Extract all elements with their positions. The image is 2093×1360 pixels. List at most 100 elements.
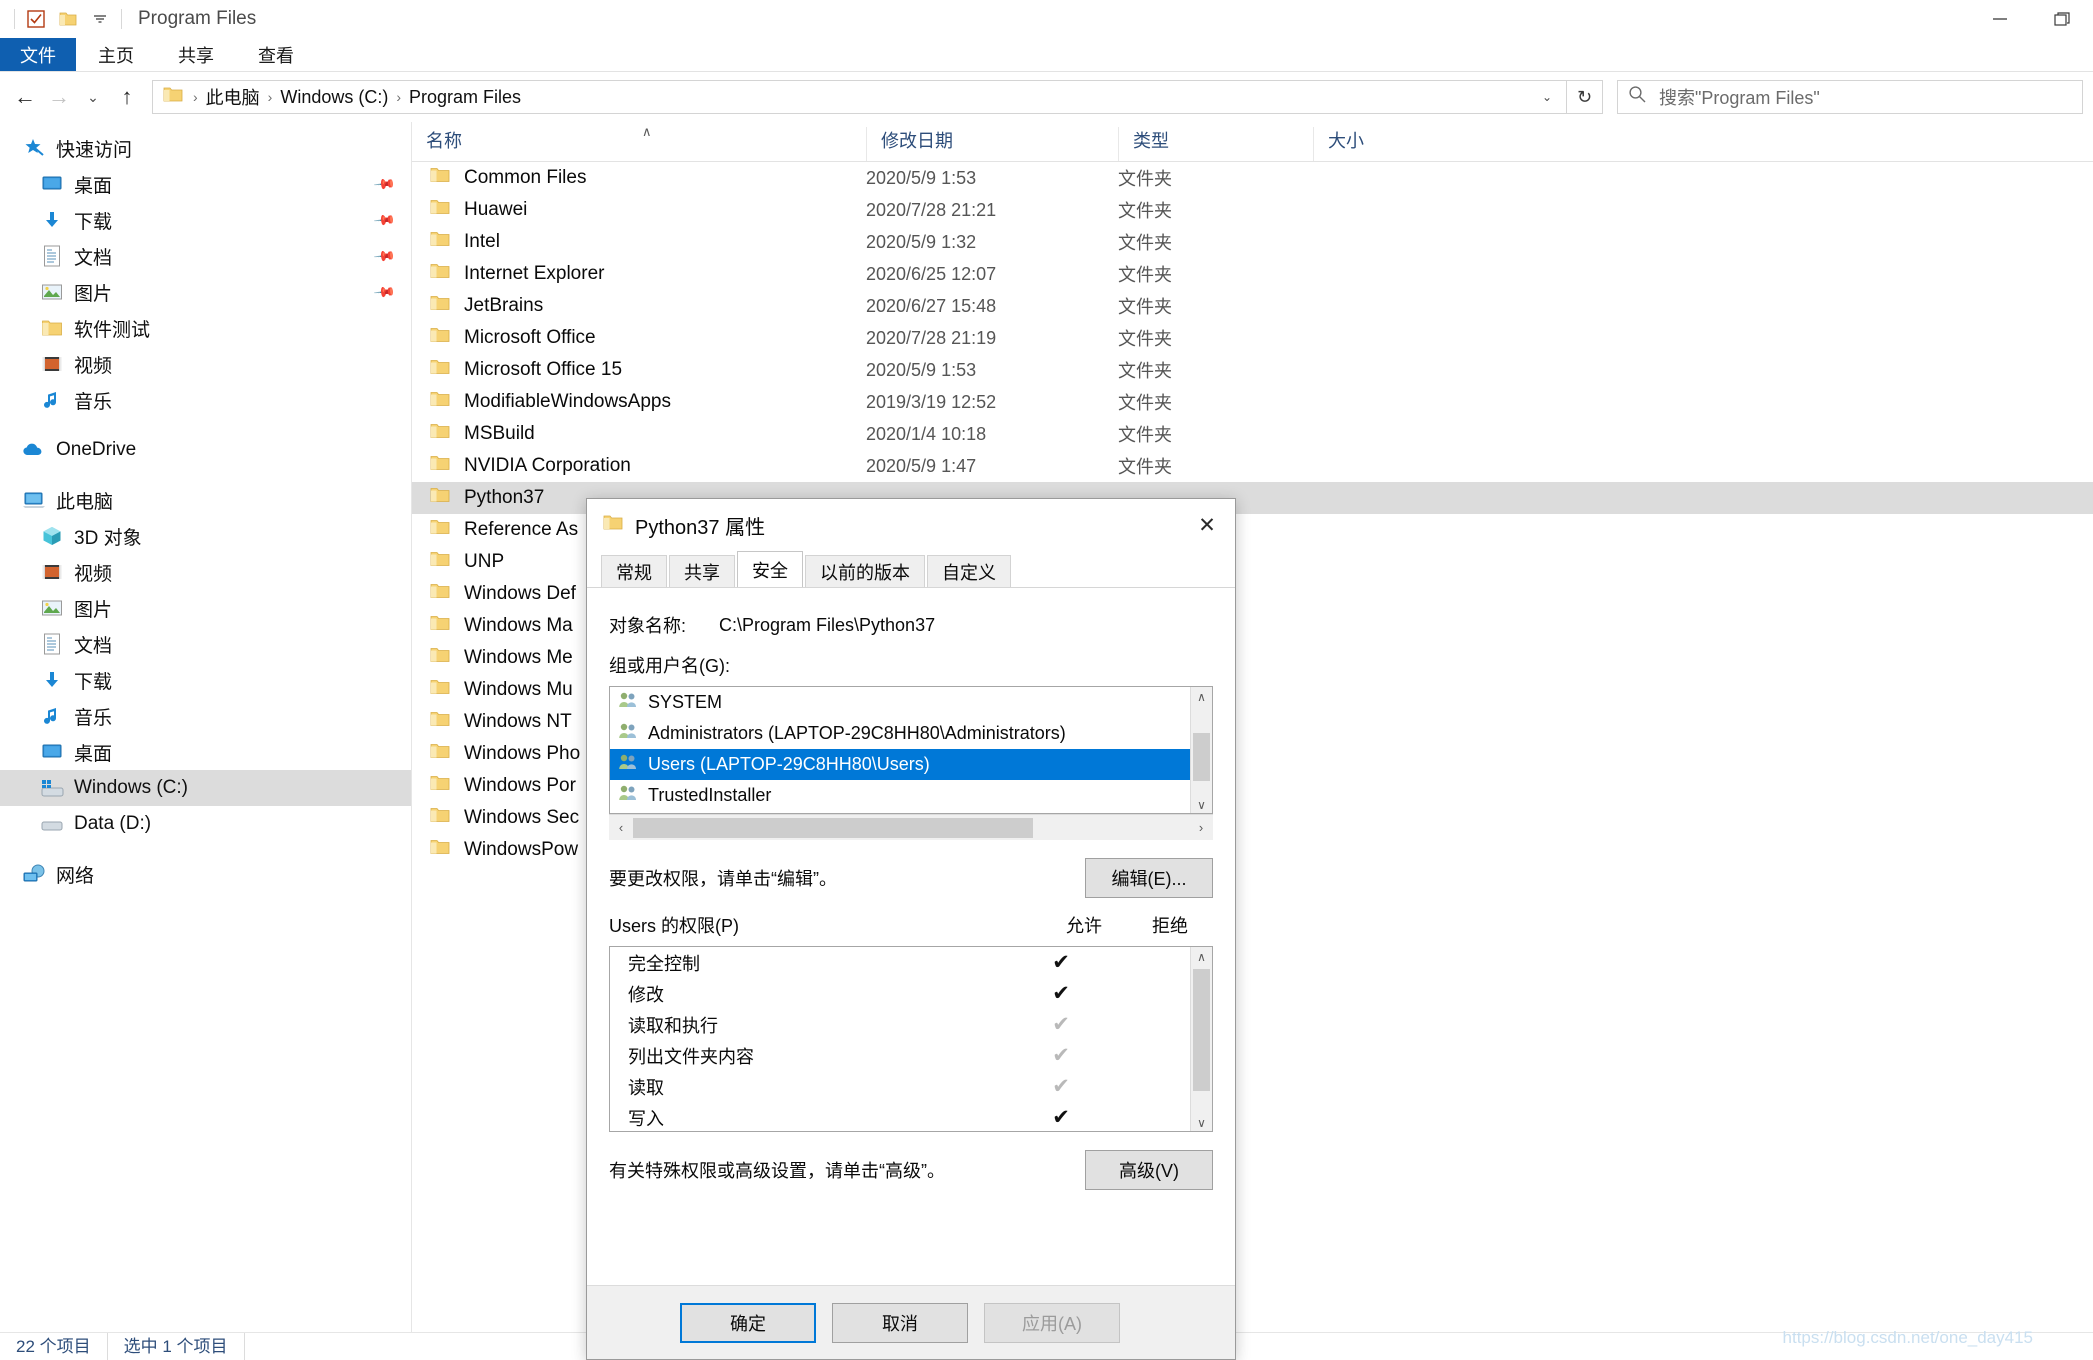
group-users-listbox[interactable]: SYSTEM Administrators (LAPTOP-29C8HH80\Ad… xyxy=(609,686,1213,814)
search-input[interactable]: 搜索"Program Files" xyxy=(1617,80,2083,114)
ok-button[interactable]: 确定 xyxy=(680,1302,816,1343)
group-horizontal-scrollbar[interactable]: ‹ › xyxy=(609,814,1213,840)
list-item[interactable]: SYSTEM xyxy=(610,687,1190,718)
permission-row[interactable]: 修改 ✔ xyxy=(610,978,1190,1009)
sidebar-item-pictures[interactable]: 图片 📌 xyxy=(0,274,411,310)
pin-icon[interactable]: 📌 xyxy=(372,280,397,304)
file-name-cell[interactable]: ModifiableWindowsApps xyxy=(412,390,866,414)
scroll-up-icon[interactable]: ∧ xyxy=(1191,687,1212,707)
permission-allow-check[interactable]: ✔ xyxy=(1018,981,1104,1006)
sidebar-item-quick-access[interactable]: 快速访问 xyxy=(0,130,411,166)
table-row[interactable]: NVIDIA Corporation 2020/5/9 1:47 文件夹 xyxy=(412,450,2093,482)
breadcrumb-item-0[interactable]: 此电脑 xyxy=(202,84,264,110)
scroll-right-icon[interactable]: › xyxy=(1189,820,1213,835)
back-button[interactable]: ← xyxy=(8,80,42,114)
scroll-thumb[interactable] xyxy=(1193,733,1210,781)
tab-general[interactable]: 常规 xyxy=(601,555,667,587)
sidebar-item-this-pc[interactable]: 此电脑 xyxy=(0,482,411,518)
sidebar-item-documents-pc[interactable]: 文档 xyxy=(0,626,411,662)
chevron-down-icon[interactable] xyxy=(89,8,111,30)
table-row[interactable]: Microsoft Office 15 2020/5/9 1:53 文件夹 xyxy=(412,354,2093,386)
ribbon-tab-file[interactable]: 文件 xyxy=(0,38,76,71)
tab-previous-versions[interactable]: 以前的版本 xyxy=(805,555,925,587)
column-header-date[interactable]: 修改日期 xyxy=(866,127,1118,161)
table-row[interactable]: ModifiableWindowsApps 2019/3/19 12:52 文件夹 xyxy=(412,386,2093,418)
permissions-vertical-scrollbar[interactable]: ∧ ∨ xyxy=(1190,947,1212,1131)
breadcrumb-item-1[interactable]: Windows (C:) xyxy=(276,87,392,108)
tab-security[interactable]: 安全 xyxy=(737,551,803,587)
permission-allow-check[interactable]: ✔ xyxy=(1018,1043,1104,1068)
forward-button[interactable]: → xyxy=(42,80,76,114)
breadcrumb-item-2[interactable]: Program Files xyxy=(405,87,525,108)
sidebar-item-music[interactable]: 音乐 xyxy=(0,382,411,418)
column-header-type[interactable]: 类型 xyxy=(1118,127,1313,161)
refresh-button[interactable]: ↻ xyxy=(1567,80,1603,114)
maximize-restore-button[interactable] xyxy=(2031,0,2093,38)
close-icon[interactable]: ✕ xyxy=(1179,499,1235,551)
permission-row[interactable]: 完全控制 ✔ xyxy=(610,947,1190,978)
sidebar-item-videos[interactable]: 视频 xyxy=(0,346,411,382)
advanced-button[interactable]: 高级(V) xyxy=(1085,1150,1213,1190)
permission-row[interactable]: 列出文件夹内容 ✔ xyxy=(610,1040,1190,1071)
file-name-cell[interactable]: Huawei xyxy=(412,198,866,222)
permission-allow-check[interactable]: ✔ xyxy=(1018,1105,1104,1130)
edit-button[interactable]: 编辑(E)... xyxy=(1085,858,1213,898)
sidebar-item-videos-pc[interactable]: 视频 xyxy=(0,554,411,590)
scroll-left-icon[interactable]: ‹ xyxy=(609,820,633,835)
hscroll-thumb[interactable] xyxy=(633,817,1033,838)
table-row[interactable]: Intel 2020/5/9 1:32 文件夹 xyxy=(412,226,2093,258)
sidebar-item-desktop-pc[interactable]: 桌面 xyxy=(0,734,411,770)
file-name-cell[interactable]: MSBuild xyxy=(412,422,866,446)
scroll-down-icon[interactable]: ∨ xyxy=(1191,1113,1212,1131)
file-name-cell[interactable]: Microsoft Office 15 xyxy=(412,358,866,382)
sidebar-item-software-test[interactable]: 软件测试 xyxy=(0,310,411,346)
tab-customize[interactable]: 自定义 xyxy=(927,555,1011,587)
sidebar-item-desktop[interactable]: 桌面 📌 xyxy=(0,166,411,202)
apply-button[interactable]: 应用(A) xyxy=(984,1302,1120,1343)
sidebar-item-music-pc[interactable]: 音乐 xyxy=(0,698,411,734)
scroll-up-icon[interactable]: ∧ xyxy=(1191,947,1212,967)
folder-icon[interactable] xyxy=(57,8,79,30)
scroll-down-icon[interactable]: ∨ xyxy=(1191,795,1212,813)
permission-allow-check[interactable]: ✔ xyxy=(1018,1012,1104,1037)
file-name-cell[interactable]: Intel xyxy=(412,230,866,254)
table-row[interactable]: Common Files 2020/5/9 1:53 文件夹 xyxy=(412,162,2093,194)
sidebar-item-documents[interactable]: 文档 📌 xyxy=(0,238,411,274)
sidebar-item-downloads[interactable]: 下载 📌 xyxy=(0,202,411,238)
pin-icon[interactable]: 📌 xyxy=(372,208,397,232)
up-button[interactable]: ↑ xyxy=(110,80,144,114)
file-name-cell[interactable]: Microsoft Office xyxy=(412,326,866,350)
permissions-listbox[interactable]: 完全控制 ✔ 修改 ✔ 读取和执行 ✔ 列出文件夹内容 ✔ 读取 ✔ 写入 ✔ ∧ ∨ xyxy=(609,946,1213,1132)
file-name-cell[interactable]: Common Files xyxy=(412,166,866,190)
scroll-thumb[interactable] xyxy=(1193,969,1210,1091)
file-name-cell[interactable]: JetBrains xyxy=(412,294,866,318)
tab-sharing[interactable]: 共享 xyxy=(669,555,735,587)
cancel-button[interactable]: 取消 xyxy=(832,1302,968,1343)
sidebar-item-3d-objects[interactable]: 3D 对象 xyxy=(0,518,411,554)
column-header-size[interactable]: 大小 xyxy=(1313,127,1439,161)
permission-row[interactable]: 读取和执行 ✔ xyxy=(610,1009,1190,1040)
list-item[interactable]: TrustedInstaller xyxy=(610,780,1190,811)
recent-locations-button[interactable]: ⌄ xyxy=(76,80,110,114)
sidebar-item-onedrive[interactable]: OneDrive xyxy=(0,432,411,468)
list-item[interactable]: Administrators (LAPTOP-29C8HH80\Administ… xyxy=(610,718,1190,749)
permission-allow-check[interactable]: ✔ xyxy=(1018,950,1104,975)
ribbon-tab-home[interactable]: 主页 xyxy=(76,38,156,71)
list-item[interactable]: Users (LAPTOP-29C8HH80\Users) xyxy=(610,749,1190,780)
permission-row[interactable]: 读取 ✔ xyxy=(610,1071,1190,1102)
ribbon-tab-view[interactable]: 查看 xyxy=(236,38,316,71)
permission-row[interactable]: 写入 ✔ xyxy=(610,1102,1190,1131)
properties-checkbox-icon[interactable] xyxy=(25,8,47,30)
table-row[interactable]: MSBuild 2020/1/4 10:18 文件夹 xyxy=(412,418,2093,450)
column-header-name[interactable]: 名称 xyxy=(412,127,866,161)
breadcrumb-dropdown-icon[interactable]: ⌄ xyxy=(1534,81,1560,113)
breadcrumb[interactable]: › 此电脑 › Windows (C:) › Program Files ⌄ xyxy=(152,80,1567,114)
ribbon-tab-share[interactable]: 共享 xyxy=(156,38,236,71)
file-name-cell[interactable]: NVIDIA Corporation xyxy=(412,454,866,478)
group-vertical-scrollbar[interactable]: ∧ ∨ xyxy=(1190,687,1212,813)
pin-icon[interactable]: 📌 xyxy=(372,172,397,196)
sidebar-item-pictures-pc[interactable]: 图片 xyxy=(0,590,411,626)
pin-icon[interactable]: 📌 xyxy=(372,244,397,268)
file-name-cell[interactable]: Internet Explorer xyxy=(412,262,866,286)
sidebar-item-downloads-pc[interactable]: 下载 xyxy=(0,662,411,698)
